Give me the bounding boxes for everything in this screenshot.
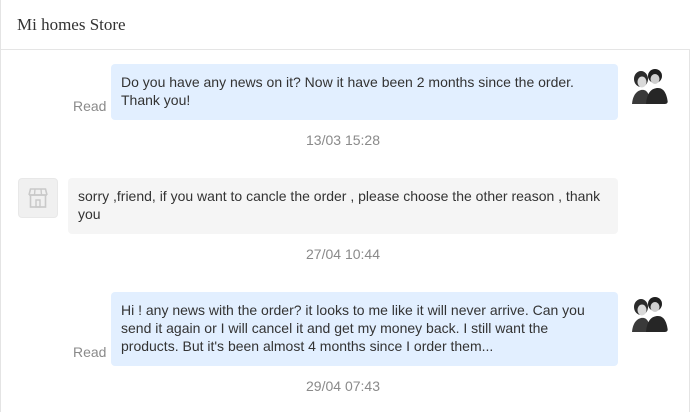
message-timestamp: 29/04 07:43 <box>306 378 380 394</box>
outgoing-message-bubble: Do you have any news on it? Now it have … <box>111 64 618 120</box>
chat-header: Mi homes Store <box>1 0 690 50</box>
read-status: Read <box>73 344 107 360</box>
outgoing-message-bubble: Hi ! any news with the order? it looks t… <box>111 292 618 366</box>
message-text: sorry ,friend, if you want to cancle the… <box>78 188 601 222</box>
store-name: Mi homes Store <box>17 15 126 34</box>
incoming-message-bubble: sorry ,friend, if you want to cancle the… <box>68 178 618 234</box>
user-avatar[interactable] <box>628 292 668 332</box>
user-avatar-photo <box>628 292 668 332</box>
message-timestamp: 27/04 10:44 <box>306 246 380 262</box>
user-avatar[interactable] <box>628 64 668 104</box>
chat-window: Mi homes Store Read Do you have any news… <box>0 0 690 412</box>
read-status: Read <box>73 98 107 114</box>
message-text: Hi ! any news with the order? it looks t… <box>121 302 585 354</box>
store-avatar[interactable] <box>18 178 58 218</box>
user-avatar-photo <box>628 64 668 104</box>
message-timestamp: 13/03 15:28 <box>306 132 380 148</box>
message-text: Do you have any news on it? Now it have … <box>121 74 574 108</box>
storefront-icon <box>28 188 48 208</box>
